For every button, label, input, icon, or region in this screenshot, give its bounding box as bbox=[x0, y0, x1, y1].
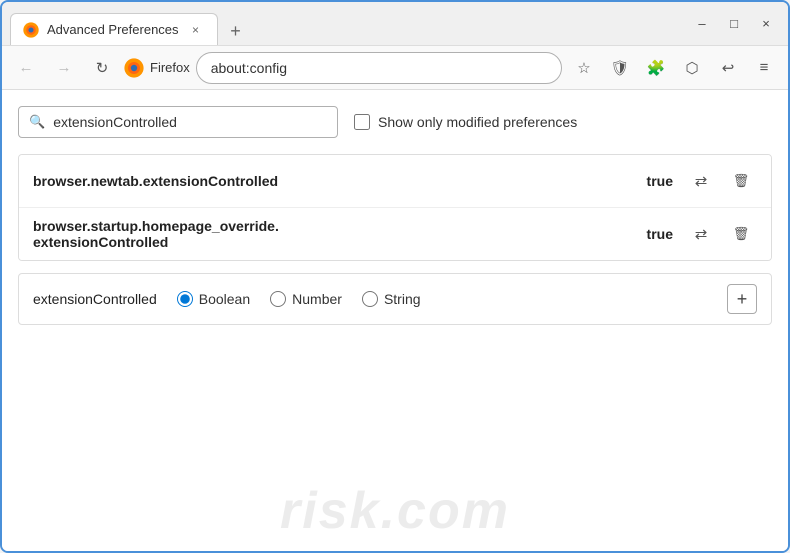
modified-filter-label[interactable]: Show only modified preferences bbox=[354, 114, 577, 130]
pref-value-2: true bbox=[647, 226, 673, 242]
toggle-button-1[interactable] bbox=[685, 165, 717, 197]
string-radio[interactable] bbox=[362, 291, 378, 307]
table-row: browser.newtab.extensionControlled true bbox=[19, 155, 771, 208]
trash-icon-1 bbox=[733, 172, 750, 190]
bookmark-button[interactable]: ☆ bbox=[568, 52, 600, 84]
type-radio-group: Boolean Number String bbox=[177, 291, 421, 307]
string-label: String bbox=[384, 291, 421, 307]
number-radio[interactable] bbox=[270, 291, 286, 307]
trash-icon-2 bbox=[733, 225, 750, 243]
swap-icon-2 bbox=[695, 225, 708, 244]
modified-filter-text: Show only modified preferences bbox=[378, 114, 577, 130]
number-label: Number bbox=[292, 291, 342, 307]
minimize-button[interactable]: – bbox=[688, 10, 716, 38]
title-bar: Advanced Preferences × + – □ × bbox=[2, 2, 788, 46]
shield-button[interactable]: 🛡 bbox=[604, 52, 636, 84]
forward-button[interactable]: → bbox=[48, 52, 80, 84]
address-bar[interactable]: about:config bbox=[196, 52, 562, 84]
nav-right-icons: ☆ 🛡 🧩 ⬡ ↩ ≡ bbox=[568, 52, 780, 84]
browser-window: Advanced Preferences × + – □ × ← → ↻ Fir… bbox=[0, 0, 790, 553]
new-tab-button[interactable]: + bbox=[222, 17, 250, 45]
tab-title: Advanced Preferences bbox=[47, 22, 179, 37]
main-content: Show only modified preferences browser.n… bbox=[2, 90, 788, 551]
string-radio-label[interactable]: String bbox=[362, 291, 421, 307]
delete-button-2[interactable] bbox=[725, 218, 757, 250]
modified-filter-checkbox[interactable] bbox=[354, 114, 370, 130]
pref-name-2: browser.startup.homepage_override. exten… bbox=[33, 218, 635, 250]
menu-button[interactable]: ≡ bbox=[748, 52, 780, 84]
history-button[interactable]: ↩ bbox=[712, 52, 744, 84]
boolean-radio[interactable] bbox=[177, 291, 193, 307]
boolean-label: Boolean bbox=[199, 291, 250, 307]
search-icon bbox=[29, 113, 45, 131]
toggle-button-2[interactable] bbox=[685, 218, 717, 250]
address-text: about:config bbox=[211, 60, 547, 76]
pref-value-1: true bbox=[647, 173, 673, 189]
close-button[interactable]: × bbox=[752, 10, 780, 38]
row-actions-2 bbox=[685, 218, 757, 250]
new-pref-name: extensionControlled bbox=[33, 291, 157, 307]
row-actions-1 bbox=[685, 165, 757, 197]
search-input[interactable] bbox=[53, 114, 327, 130]
results-table: browser.newtab.extensionControlled true … bbox=[18, 154, 772, 261]
watermark: risk.com bbox=[280, 481, 510, 541]
tab-area: Advanced Preferences × + bbox=[10, 2, 688, 45]
maximize-button[interactable]: □ bbox=[720, 10, 748, 38]
boolean-radio-label[interactable]: Boolean bbox=[177, 291, 250, 307]
table-row: browser.startup.homepage_override. exten… bbox=[19, 208, 771, 260]
window-controls: – □ × bbox=[688, 10, 780, 38]
swap-icon-1 bbox=[695, 172, 708, 191]
tab-close-button[interactable]: × bbox=[187, 21, 205, 39]
search-box[interactable] bbox=[18, 106, 338, 138]
delete-button-1[interactable] bbox=[725, 165, 757, 197]
firefox-logo bbox=[124, 58, 144, 78]
search-row: Show only modified preferences bbox=[18, 106, 772, 138]
tab-favicon bbox=[23, 22, 39, 38]
reload-button[interactable]: ↻ bbox=[86, 52, 118, 84]
new-pref-row: extensionControlled Boolean Number Strin… bbox=[18, 273, 772, 325]
navigation-bar: ← → ↻ Firefox about:config ☆ 🛡 🧩 ⬡ ↩ ≡ bbox=[2, 46, 788, 90]
active-tab[interactable]: Advanced Preferences × bbox=[10, 13, 218, 45]
pref-name-1: browser.newtab.extensionControlled bbox=[33, 173, 635, 189]
number-radio-label[interactable]: Number bbox=[270, 291, 342, 307]
firefox-brand-label: Firefox bbox=[150, 60, 190, 75]
back-button[interactable]: ← bbox=[10, 52, 42, 84]
sync-button[interactable]: ⬡ bbox=[676, 52, 708, 84]
add-pref-button[interactable]: + bbox=[727, 284, 757, 314]
extension-button[interactable]: 🧩 bbox=[640, 52, 672, 84]
